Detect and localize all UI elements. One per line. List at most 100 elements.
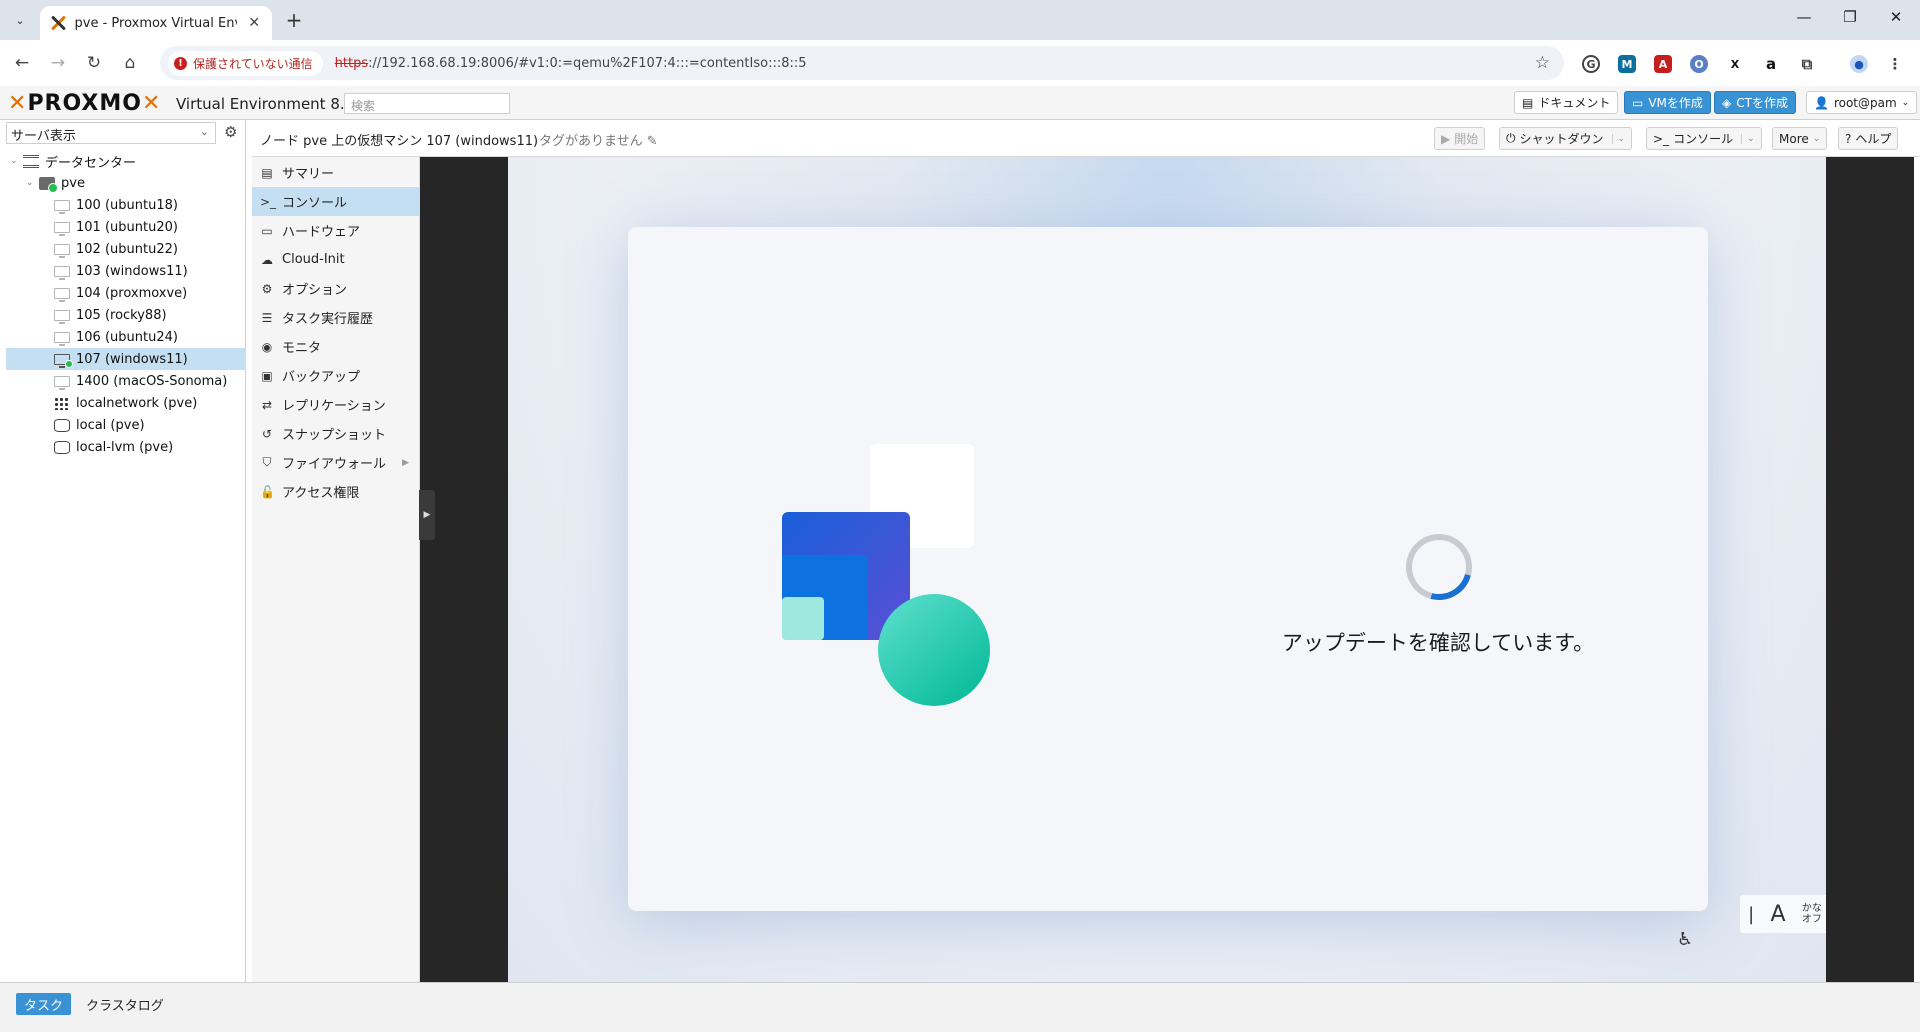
tree-item-vm-selected[interactable]: 107 (windows11) (6, 348, 246, 370)
extension-pdf-icon[interactable]: A (1654, 55, 1672, 73)
help-button[interactable]: ? ヘルプ (1838, 127, 1899, 150)
menu-item-task-history[interactable]: ☰ タスク実行履歴 (252, 303, 419, 332)
site-security-chip[interactable]: ! 保護されていない通信 (168, 50, 323, 76)
loading-spinner-icon (1393, 521, 1485, 613)
illustration-circle-icon (878, 594, 990, 706)
expand-icon[interactable]: ⌄ (10, 156, 20, 166)
menu-item-replication[interactable]: ⇄ レプリケーション (252, 390, 419, 419)
extension-m-icon[interactable]: M (1618, 55, 1636, 73)
console-sidebar-toggle[interactable]: ▶ (419, 490, 435, 540)
home-button[interactable]: ⌂ (118, 51, 142, 75)
question-icon: ? (1845, 131, 1852, 146)
power-icon: ⏻ (1506, 131, 1516, 145)
chevron-down-icon[interactable]: ⌄ (1741, 133, 1755, 144)
menu-item-hardware[interactable]: ▭ ハードウェア (252, 216, 419, 245)
create-ct-button[interactable]: ◈ CTを作成 (1714, 91, 1796, 114)
reload-button[interactable]: ↻ (82, 51, 106, 75)
start-button[interactable]: ▶ 開始 (1434, 127, 1486, 150)
menu-item-summary[interactable]: ▤ サマリー (252, 158, 419, 187)
vm-icon (54, 331, 70, 346)
tree-item-vm[interactable]: 102 (ubuntu22) (6, 238, 246, 260)
tree-item-vm[interactable]: 100 (ubuntu18) (6, 194, 246, 216)
warning-icon: ! (174, 56, 187, 70)
vm-console[interactable]: アップデートを確認しています。 | A かな オフ ♿ (420, 157, 1914, 982)
gear-icon[interactable]: ⚙ (224, 123, 237, 141)
menu-item-snapshot[interactable]: ↺ スナップショット (252, 419, 419, 448)
chevron-down-icon: ⌄ (199, 125, 209, 138)
tab-cluster-log[interactable]: クラスタログ (78, 993, 172, 1015)
extension-amazon-icon[interactable]: a (1762, 55, 1780, 73)
extension-x-icon[interactable]: X (1726, 55, 1744, 73)
address-bar[interactable]: ! 保護されていない通信 https://192.168.68.19:8006/… (160, 46, 1564, 80)
expand-icon[interactable]: ⌄ (26, 178, 36, 188)
illustration-mint-square-icon (782, 597, 824, 640)
create-vm-button[interactable]: ▭ VMを作成 (1624, 91, 1711, 114)
pve-version: Virtual Environment 8.2.2 (176, 95, 369, 113)
setup-card: アップデートを確認しています。 (628, 227, 1708, 911)
tree-item-node[interactable]: ⌄ pve (6, 172, 246, 194)
chevron-down-icon[interactable]: ⌄ (1611, 133, 1625, 144)
datacenter-icon (23, 154, 39, 168)
tree-item-storage[interactable]: local-lvm (pve) (6, 436, 246, 458)
close-window-button[interactable]: ✕ (1876, 8, 1916, 26)
back-button[interactable]: ← (10, 51, 34, 75)
browser-tab-bar: ⌄ pve - Proxmox Virtual Environm ✕ + — ❐… (0, 0, 1920, 40)
tree-item-vm[interactable]: 103 (windows11) (6, 260, 246, 282)
new-tab-button[interactable]: + (282, 8, 306, 32)
tree-item-vm[interactable]: 105 (rocky88) (6, 304, 246, 326)
profile-avatar-icon[interactable]: ● (1850, 55, 1868, 73)
network-icon (54, 396, 70, 410)
more-button[interactable]: More ⌄ (1772, 127, 1828, 150)
bookmark-star-icon[interactable]: ☆ (1535, 53, 1550, 73)
view-selector[interactable]: サーバ表示 ⌄ (6, 122, 216, 144)
browser-toolbar: ← → ↻ ⌂ ! 保護されていない通信 https://192.168.68.… (0, 40, 1920, 86)
accessibility-icon[interactable]: ♿ (1677, 929, 1693, 950)
tree-item-vm[interactable]: 104 (proxmoxve) (6, 282, 246, 304)
minimize-button[interactable]: — (1784, 8, 1824, 26)
tree-item-storage[interactable]: local (pve) (6, 414, 246, 436)
extensions-puzzle-icon[interactable]: ⧉ (1798, 55, 1816, 73)
tree-item-vm[interactable]: 101 (ubuntu20) (6, 216, 246, 238)
pencil-icon[interactable]: ✎ (647, 134, 658, 149)
restore-button[interactable]: ❐ (1830, 8, 1870, 26)
log-panel-tabs: タスク クラスタログ (0, 982, 1920, 1032)
ime-divider: | (1748, 903, 1755, 925)
tree-item-vm[interactable]: 1400 (macOS-Sonoma) (6, 370, 246, 392)
page-title: ノード pve 上の仮想マシン 107 (windows11) (260, 134, 539, 149)
search-input[interactable]: 検索 (344, 93, 510, 114)
docs-button[interactable]: ▤ ドキュメント (1514, 91, 1619, 114)
tab-search-button[interactable]: ⌄ (8, 9, 32, 31)
ime-indicator[interactable]: | A かな オフ (1740, 895, 1826, 933)
menu-item-permissions[interactable]: 🔓 アクセス権限 (252, 477, 419, 506)
url-text: https://192.168.68.19:8006/#v1:0:=qemu%2… (334, 55, 807, 71)
menu-item-console[interactable]: >_ コンソール (252, 187, 419, 216)
proxmox-logo: ✕PROXMO✕ (8, 91, 162, 116)
menu-item-monitor[interactable]: ◉ モニタ (252, 332, 419, 361)
menu-item-backup[interactable]: ▣ バックアップ (252, 361, 419, 390)
browser-tab[interactable]: pve - Proxmox Virtual Environm ✕ (40, 6, 272, 40)
browser-menu-icon[interactable]: ⋮ (1886, 55, 1904, 73)
forward-button[interactable]: → (46, 51, 70, 75)
extension-o-icon[interactable]: O (1690, 55, 1708, 73)
eye-icon: ◉ (261, 339, 273, 354)
close-tab-icon[interactable]: ✕ (246, 15, 262, 31)
menu-item-options[interactable]: ⚙ オプション (252, 274, 419, 303)
shutdown-button[interactable]: ⏻ シャットダウン ⌄ (1499, 127, 1633, 150)
monitor-icon: ▭ (261, 223, 273, 238)
tab-tasks[interactable]: タスク (16, 993, 72, 1015)
cube-icon: ◈ (1722, 95, 1732, 110)
tree-item-datacenter[interactable]: ⌄ データセンター (6, 150, 246, 172)
vm-icon (54, 375, 70, 390)
menu-item-firewall[interactable]: ⛉ ファイアウォール ▶ (252, 448, 419, 477)
user-menu-button[interactable]: 👤 root@pam ⌄ (1806, 91, 1918, 114)
extension-g-icon[interactable]: G (1582, 55, 1600, 73)
tree-item-network[interactable]: localnetwork (pve) (6, 392, 246, 414)
ime-kana-off: かな オフ (1801, 903, 1822, 925)
ime-mode: A (1770, 901, 1786, 927)
console-button[interactable]: >_ コンソール ⌄ (1646, 127, 1762, 150)
menu-item-cloud-init[interactable]: ☁ Cloud-Init (252, 245, 419, 274)
vm-display[interactable]: アップデートを確認しています。 | A かな オフ ♿ (508, 157, 1826, 982)
tags-editor[interactable]: タグがありません ✎ (539, 130, 658, 149)
vm-icon (54, 287, 70, 302)
tree-item-vm[interactable]: 106 (ubuntu24) (6, 326, 246, 348)
